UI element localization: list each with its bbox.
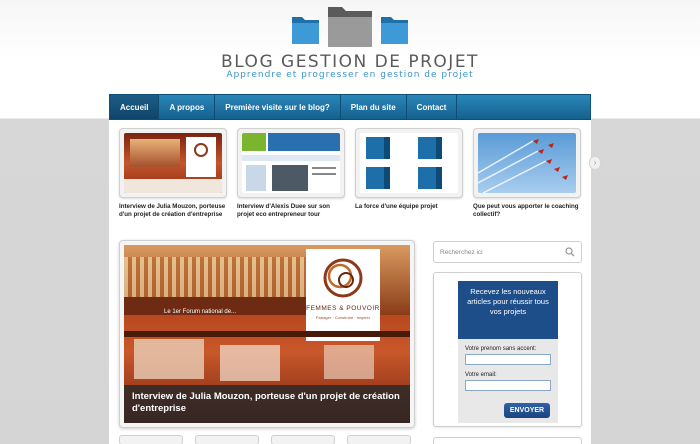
team-blocks-image: [360, 133, 458, 193]
folder-center-icon: [328, 7, 372, 47]
featured-slideshow[interactable]: FEMMES & POUVOIR Partager · Construire ·…: [119, 240, 415, 428]
brand-tagline: Partager · Construire · Inspirer: [315, 315, 371, 320]
email-label: Votre email:: [465, 372, 497, 378]
site-title[interactable]: BLOG GESTION DE PROJET: [0, 52, 700, 72]
thumb-image-frame[interactable]: [119, 128, 227, 198]
thumb-caption[interactable]: Interview d'Alexis Duee sur son projet e…: [237, 203, 345, 219]
forum-text: Le 1er Forum national de...: [164, 309, 237, 315]
search-input[interactable]: Recherchez ici: [433, 241, 582, 263]
strip-thumb[interactable]: [195, 435, 259, 444]
site-subtitle: Apprendre et progresser en gestion de pr…: [226, 70, 474, 80]
submit-button[interactable]: ENVOYER: [504, 403, 550, 418]
thumbnail-strip: [119, 435, 419, 444]
brand-name: FEMMES & POUVOIR: [306, 305, 380, 312]
site-header: BLOG GESTION DE PROJET Apprendre et prog…: [0, 0, 700, 94]
first-name-field[interactable]: [465, 354, 551, 365]
name-label: Votre prenom sans accent:: [465, 346, 537, 352]
folder-left-icon: [292, 17, 319, 44]
folder-right-icon: [381, 17, 408, 44]
sidebar-widget: [433, 437, 582, 444]
email-field[interactable]: [465, 380, 551, 391]
nav-item-accueil[interactable]: Accueil: [110, 95, 160, 119]
carousel-item[interactable]: La force d'une équipe projet: [355, 128, 463, 211]
carousel-item[interactable]: Que peut vous apporter le coaching colle…: [473, 128, 581, 219]
eco-tour-website-image: [242, 133, 340, 193]
thumb-image-frame[interactable]: [237, 128, 345, 198]
featured-image[interactable]: FEMMES & POUVOIR Partager · Construire ·…: [124, 245, 410, 423]
strip-thumb[interactable]: [271, 435, 335, 444]
strip-thumb[interactable]: [119, 435, 183, 444]
strip-thumb[interactable]: [347, 435, 411, 444]
newsletter-heading: Recevez les nouveaux articles pour réuss…: [458, 281, 558, 339]
thumb-caption[interactable]: Interview de Julia Mouzon, porteuse d'un…: [119, 203, 227, 219]
jet-formation-image: [478, 133, 576, 193]
carousel-item[interactable]: Interview de Julia Mouzon, porteuse d'un…: [119, 128, 227, 219]
search-placeholder: Recherchez ici: [440, 249, 483, 256]
thumb-image-frame[interactable]: [473, 128, 581, 198]
thumb-caption[interactable]: La force d'une équipe projet: [355, 203, 463, 211]
nav-item-a-propos[interactable]: A propos: [159, 95, 216, 119]
nav-item-contact[interactable]: Contact: [407, 95, 458, 119]
thumb-image-frame[interactable]: [355, 128, 463, 198]
thumb-caption[interactable]: Que peut vous apporter le coaching colle…: [473, 203, 581, 219]
featured-carousel: Interview de Julia Mouzon, porteuse d'un…: [119, 128, 584, 238]
newsletter-form: Recevez les nouveaux articles pour réuss…: [458, 281, 558, 423]
search-icon[interactable]: [565, 247, 575, 257]
carousel-next-icon[interactable]: ›: [589, 156, 601, 170]
newsletter-widget: Recevez les nouveaux articles pour réuss…: [433, 272, 582, 427]
circles-logo-icon: [323, 258, 363, 298]
featured-caption[interactable]: Interview de Julia Mouzon, porteuse d'un…: [124, 385, 410, 423]
conference-hall-image: [124, 133, 222, 193]
carousel-item[interactable]: Interview d'Alexis Duee sur son projet e…: [237, 128, 345, 219]
folders-logo-icon: [292, 7, 408, 47]
main-nav: Accueil A propos Première visite sur le …: [109, 94, 591, 120]
nav-item-premiere-visite[interactable]: Première visite sur le blog?: [215, 95, 341, 119]
nav-item-plan-du-site[interactable]: Plan du site: [341, 95, 407, 119]
